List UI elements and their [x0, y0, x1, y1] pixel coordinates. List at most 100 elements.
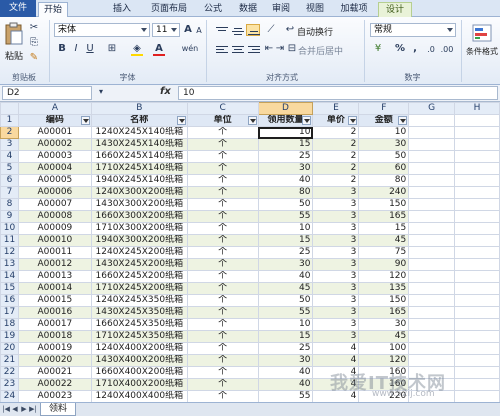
table-cell[interactable]: A00011: [17, 246, 92, 259]
table-cell[interactable]: 45: [358, 234, 410, 247]
table-cell[interactable]: 1710X300X200纸箱: [90, 222, 188, 235]
table-cell[interactable]: 100: [358, 342, 410, 355]
row-header[interactable]: 24: [0, 390, 19, 402]
filter-dropdown-icon[interactable]: [247, 116, 257, 125]
table-cell[interactable]: A00006: [17, 186, 92, 199]
first-sheet-icon[interactable]: |◀: [2, 405, 10, 414]
worksheet-grid[interactable]: ABCDEFGH 1 编码 名称 单位 领用数量 单价 金额 2 A00001 1240X245X…: [0, 102, 500, 402]
orientation-icon[interactable]: ⟋: [264, 24, 278, 36]
table-cell[interactable]: 1240X400X200纸箱: [90, 342, 188, 355]
empty-cell[interactable]: [408, 138, 456, 151]
empty-cell[interactable]: [408, 174, 456, 187]
table-cell[interactable]: 40: [257, 174, 314, 187]
table-cell[interactable]: A00015: [17, 294, 92, 307]
font-color-button[interactable]: A: [150, 42, 168, 56]
table-cell[interactable]: 1660X300X200纸箱: [90, 210, 188, 223]
empty-cell[interactable]: [454, 150, 500, 163]
table-cell[interactable]: 165: [358, 306, 410, 319]
table-cell[interactable]: A00005: [17, 174, 92, 187]
table-cell[interactable]: 个: [186, 366, 259, 379]
table-cell[interactable]: 50: [257, 198, 314, 211]
empty-cell[interactable]: [408, 246, 456, 259]
paste-button[interactable]: 粘贴: [3, 21, 25, 62]
merge-center-button[interactable]: 合并后居中: [298, 44, 343, 57]
table-cell[interactable]: 50: [257, 294, 314, 307]
table-cell[interactable]: 80: [257, 186, 314, 199]
table-cell[interactable]: 个: [186, 246, 259, 259]
table-cell[interactable]: 2: [312, 162, 360, 175]
table-cell[interactable]: 150: [358, 198, 410, 211]
row-header[interactable]: 13: [0, 258, 19, 271]
empty-cell[interactable]: [454, 330, 500, 343]
table-cell[interactable]: 120: [358, 270, 410, 283]
tab-review[interactable]: 审阅: [267, 2, 295, 17]
empty-cell[interactable]: [454, 186, 500, 199]
table-cell[interactable]: A00007: [17, 198, 92, 211]
tab-data[interactable]: 数据: [234, 2, 262, 17]
table-cell[interactable]: 1710X245X350纸箱: [90, 330, 188, 343]
table-cell[interactable]: 个: [186, 234, 259, 247]
empty-cell[interactable]: [454, 282, 500, 295]
table-cell[interactable]: 3: [312, 222, 360, 235]
italic-button[interactable]: I: [70, 43, 82, 55]
table-cell[interactable]: 4: [312, 354, 360, 367]
filter-dropdown-icon[interactable]: [80, 116, 90, 125]
table-cell[interactable]: A00008: [17, 210, 92, 223]
table-cell[interactable]: 75: [358, 246, 410, 259]
table-cell[interactable]: 3: [312, 246, 360, 259]
formula-input[interactable]: 10: [178, 86, 498, 100]
table-cell[interactable]: 1660X400X200纸箱: [90, 366, 188, 379]
table-cell[interactable]: A00010: [17, 234, 92, 247]
table-cell[interactable]: 1430X245X140纸箱: [90, 138, 188, 151]
empty-cell[interactable]: [408, 258, 456, 271]
empty-cell[interactable]: [408, 342, 456, 355]
table-cell[interactable]: 3: [312, 282, 360, 295]
column-header-c[interactable]: C: [186, 102, 259, 115]
align-top-button[interactable]: [214, 24, 228, 36]
table-cell[interactable]: A00014: [17, 282, 92, 295]
wrap-text-icon[interactable]: ↩: [284, 24, 296, 36]
format-painter-icon[interactable]: ✎: [28, 52, 40, 64]
empty-cell[interactable]: [454, 258, 500, 271]
row-header[interactable]: 8: [0, 198, 19, 211]
empty-cell[interactable]: [408, 222, 456, 235]
row-header[interactable]: 18: [0, 318, 19, 331]
row-header[interactable]: 9: [0, 210, 19, 223]
bold-button[interactable]: B: [56, 43, 68, 55]
table-cell[interactable]: 55: [257, 210, 314, 223]
row-header[interactable]: 15: [0, 282, 19, 295]
row-header[interactable]: 19: [0, 330, 19, 343]
filter-dropdown-icon[interactable]: [348, 116, 358, 125]
table-cell[interactable]: A00019: [17, 342, 92, 355]
table-cell[interactable]: 个: [186, 342, 259, 355]
table-cell[interactable]: 3: [312, 270, 360, 283]
table-cell[interactable]: 个: [186, 270, 259, 283]
number-format-select[interactable]: 常规: [370, 23, 456, 37]
table-cell[interactable]: 10: [358, 126, 410, 139]
empty-cell[interactable]: [454, 174, 500, 187]
table-cell[interactable]: 1430X245X200纸箱: [90, 258, 188, 271]
column-header-f[interactable]: F: [358, 102, 410, 115]
row-header[interactable]: 14: [0, 270, 19, 283]
table-cell[interactable]: A00017: [17, 318, 92, 331]
tab-home[interactable]: 开始: [38, 2, 68, 17]
table-cell[interactable]: 1940X245X140纸箱: [90, 174, 188, 187]
last-sheet-icon[interactable]: ▶|: [29, 405, 37, 414]
comma-button[interactable]: ,: [410, 43, 420, 55]
column-header-a[interactable]: A: [17, 102, 92, 115]
row-header[interactable]: 16: [0, 294, 19, 307]
empty-cell[interactable]: [408, 282, 456, 295]
table-cell[interactable]: A00012: [17, 258, 92, 271]
align-center-button[interactable]: [230, 43, 244, 55]
font-name-select[interactable]: 宋体: [54, 23, 150, 37]
decrease-indent-icon[interactable]: ⇤: [264, 43, 274, 55]
empty-cell[interactable]: [408, 306, 456, 319]
table-cell[interactable]: 135: [358, 282, 410, 295]
table-header-cell[interactable]: 单位: [186, 114, 259, 127]
empty-cell[interactable]: [454, 246, 500, 259]
table-cell[interactable]: 3: [312, 234, 360, 247]
table-cell[interactable]: 10: [257, 318, 314, 331]
table-cell[interactable]: 3: [312, 294, 360, 307]
row-header[interactable]: 12: [0, 246, 19, 259]
table-cell[interactable]: 4: [312, 342, 360, 355]
